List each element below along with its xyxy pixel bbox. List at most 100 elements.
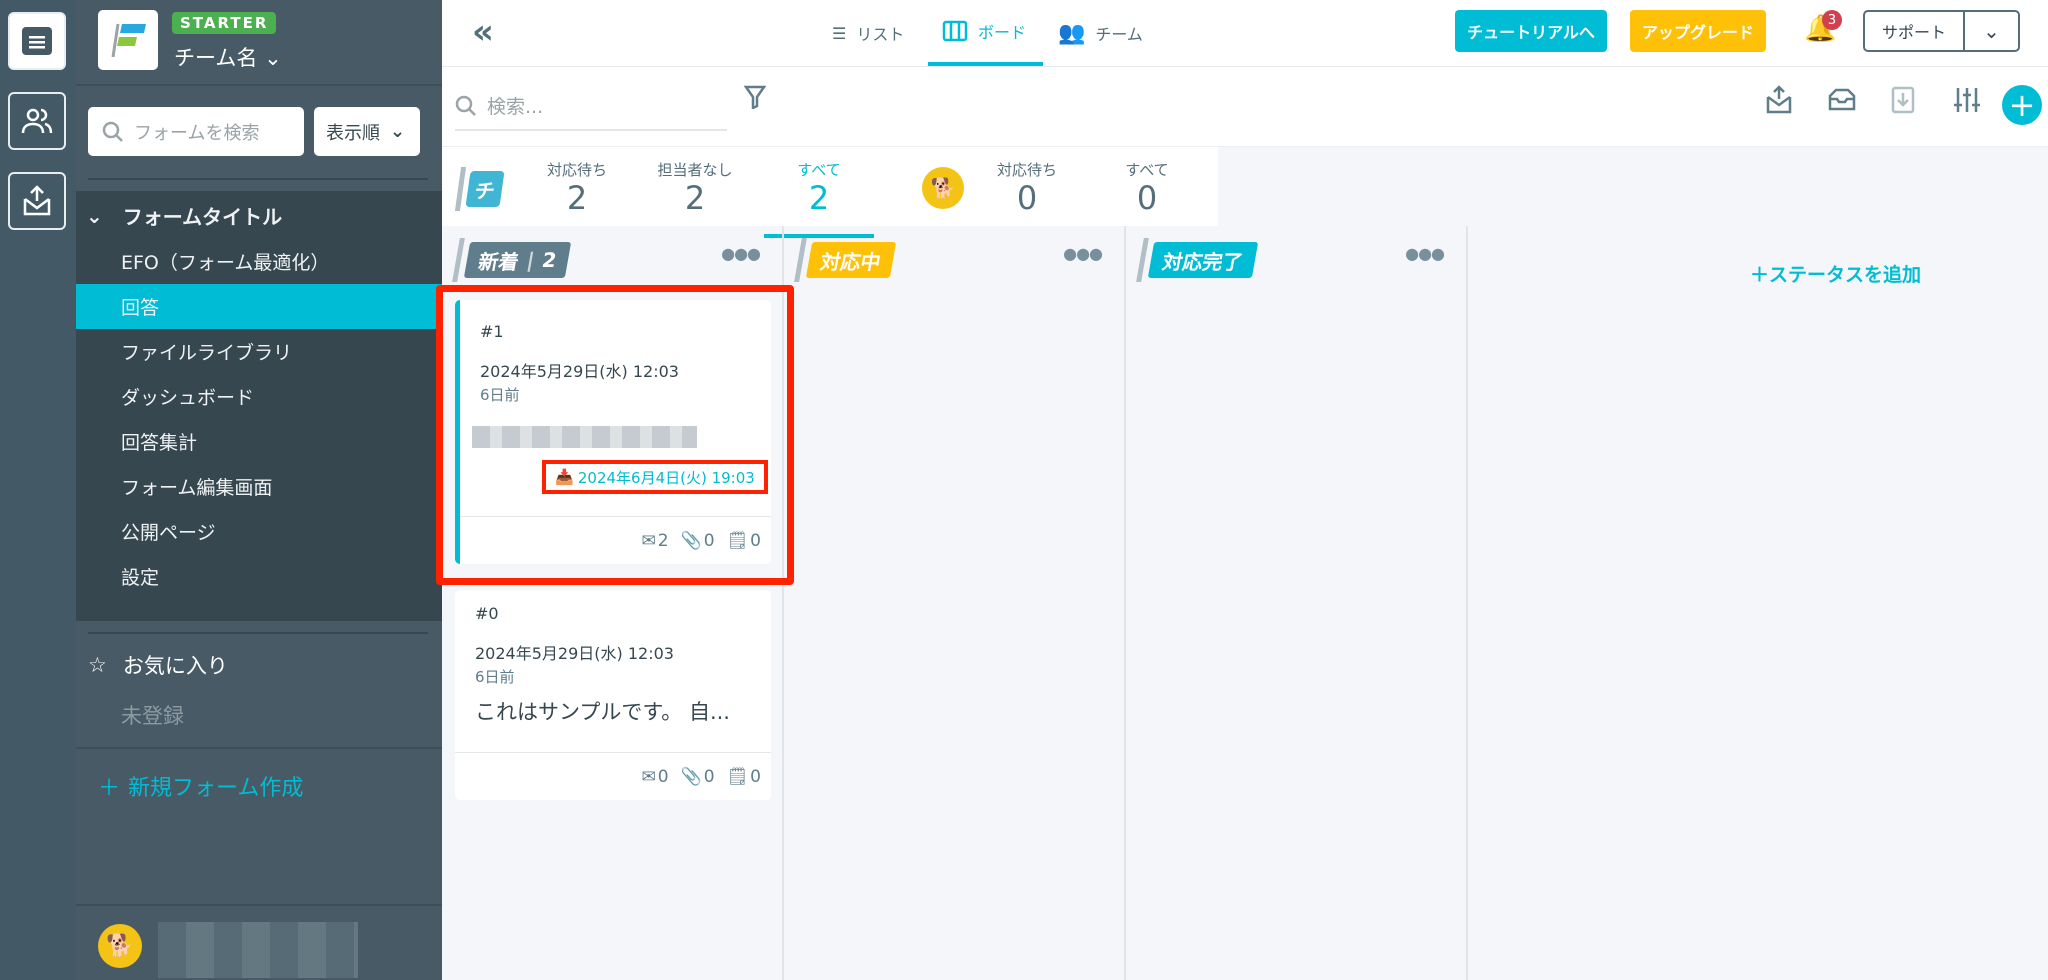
form-title-toggle[interactable]: ⌄ フォームタイトル [76, 193, 442, 238]
tab-list-label: リスト [856, 25, 905, 44]
app-logo[interactable] [98, 10, 158, 70]
form-list-icon [22, 27, 52, 55]
team-switcher[interactable]: チーム名 ⌄ [174, 42, 282, 72]
star-icon: ☆ [88, 653, 107, 677]
more-icon[interactable]: ●●● [1405, 244, 1445, 263]
user-avatar: 🐕 [922, 167, 964, 209]
sidebar-item-dashboard[interactable]: ダッシュボード [76, 374, 442, 419]
upgrade-button[interactable]: アップグレード [1630, 10, 1766, 52]
received-date: 📥 2024年6月4日(火) 19:03 [542, 460, 768, 494]
tab-team[interactable]: 👥 チーム [1058, 0, 1168, 66]
stat-label: 対応待ち [996, 161, 1057, 179]
search-icon [102, 121, 123, 142]
search-placeholder: 検索... [487, 96, 544, 118]
sidebar-item-summary[interactable]: 回答集計 [76, 419, 442, 464]
sidebar: STARTER チーム名 ⌄ フォームを検索 表示順 ⌄ ⌄ フォームタイトル EF… [76, 0, 442, 980]
sidebar-item-public-page[interactable]: 公開ページ [76, 509, 442, 554]
form-menu: ⌄ フォームタイトル EFO（フォーム最適化） 回答 ファイルライブラリ ダッシュ… [76, 191, 442, 621]
column-count: 2 [540, 248, 559, 272]
attachment-count: 📎 0 [680, 766, 715, 787]
tab-board[interactable]: ボード [928, 0, 1043, 66]
support-button[interactable]: サポート [1865, 12, 1965, 50]
sidebar-item-settings[interactable]: 設定 [76, 554, 442, 599]
stat-value: 0 [1016, 179, 1038, 217]
plan-badge: STARTER [172, 12, 277, 34]
column-new: 新着 | 2 ●●● #1 2024年5月29日(水) 12:03 6日前 📥 202… [436, 226, 794, 980]
mail-count: ✉ 0 [641, 766, 669, 787]
card-date: 2024年5月29日(水) 12:03 [480, 362, 679, 381]
memo-count: 🗒 0 [726, 530, 761, 551]
stat-value: 2 [808, 179, 830, 217]
stat-value: 0 [1136, 179, 1158, 217]
notification-badge: 3 [1822, 10, 1842, 30]
list-icon: ☰ [832, 23, 847, 43]
column-title: 対応完了 [1147, 242, 1259, 278]
stat-value: 2 [684, 179, 706, 217]
export-nav-button[interactable] [8, 172, 66, 230]
card-excerpt-blurred [472, 426, 697, 448]
support-dropdown[interactable]: サポート ⌄ [1863, 10, 2020, 52]
sidebar-item-file-library[interactable]: ファイルライブラリ [76, 329, 442, 374]
tab-team-label: チーム [1095, 25, 1143, 44]
sidebar-item-efo[interactable]: EFO（フォーム最適化） [76, 239, 442, 284]
sidebar-item-responses[interactable]: 回答 [76, 284, 442, 329]
user-avatar[interactable]: 🐕 [98, 924, 142, 968]
sort-select[interactable]: 表示順 ⌄ [314, 107, 420, 156]
more-icon[interactable]: ●●● [721, 244, 761, 263]
stat-me-all[interactable]: すべて 0 [1092, 159, 1202, 216]
filter-icon[interactable] [744, 85, 766, 109]
card-number: #1 [480, 322, 504, 341]
chevron-down-icon: ⌄ [390, 121, 406, 142]
new-form-button[interactable]: ＋ 新規フォーム作成 [98, 770, 303, 802]
user-name-blurred [158, 922, 358, 978]
column-in-progress: 対応中 ●●● [784, 226, 1126, 980]
stat-label: すべて [797, 161, 841, 179]
sort-label: 表示順 [326, 122, 380, 144]
stat-team-waiting[interactable]: 対応待ち 2 [522, 159, 632, 216]
column-done: 対応完了 ●●● [1126, 226, 1468, 980]
plus-icon: ＋ [98, 776, 121, 801]
card-ago: 6日前 [480, 386, 520, 404]
download-icon[interactable] [1890, 85, 1916, 115]
toolbar: 検索... + [442, 67, 2048, 147]
new-form-label: 新規フォーム作成 [128, 776, 304, 801]
team-name: チーム名 [174, 46, 258, 70]
users-icon [21, 108, 53, 134]
sidebar-item-form-editor[interactable]: フォーム編集画面 [76, 464, 442, 509]
form-search-input[interactable]: フォームを検索 [88, 107, 304, 156]
inbox-icon[interactable] [1827, 87, 1857, 113]
collapse-sidebar-icon[interactable]: « [472, 12, 494, 52]
top-bar: « ☰ リスト ボード 👥 チーム チュートリアルへ アップグレード 🔔 3 サポー… [442, 0, 2048, 67]
column-title: 新着 | 2 [463, 242, 572, 278]
favorites-label: お気に入り [122, 654, 228, 678]
tab-board-label: ボード [978, 23, 1027, 42]
stat-label: 対応待ち [546, 161, 607, 179]
settings-sliders-icon[interactable] [1952, 85, 1982, 115]
main-area: « ☰ リスト ボード 👥 チーム チュートリアルへ アップグレード 🔔 3 サポー… [436, 0, 2048, 980]
stat-me-waiting[interactable]: 対応待ち 0 [972, 159, 1082, 216]
stat-value: 2 [566, 179, 588, 217]
users-icon: 👥 [1058, 20, 1086, 46]
stat-team-unassigned[interactable]: 担当者なし 2 [640, 159, 750, 216]
response-search-input[interactable]: 検索... [455, 82, 727, 131]
form-title: フォームタイトル [122, 205, 283, 229]
chevron-down-icon[interactable]: ⌄ [1965, 12, 2018, 50]
tab-list[interactable]: ☰ リスト [832, 0, 922, 66]
more-icon[interactable]: ●●● [1063, 244, 1103, 263]
add-status-button[interactable]: ＋ステータスを追加 [1750, 260, 1921, 287]
download-inbox-icon: 📥 [555, 468, 574, 486]
team-avatar: チ [465, 171, 505, 207]
stat-label: すべて [1125, 161, 1169, 179]
add-response-button[interactable]: + [2002, 85, 2042, 125]
card-ago: 6日前 [475, 668, 515, 686]
card-number: #0 [475, 604, 499, 623]
tutorial-button[interactable]: チュートリアルへ [1455, 10, 1607, 52]
chevron-down-icon: ⌄ [264, 46, 282, 70]
team-nav-button[interactable] [8, 92, 66, 150]
favorites-empty: 未登録 [121, 704, 184, 728]
export-icon[interactable] [1764, 85, 1794, 115]
response-card[interactable]: #0 2024年5月29日(水) 12:03 6日前 これはサンプルです。 自.… [455, 590, 771, 800]
response-card[interactable]: #1 2024年5月29日(水) 12:03 6日前 📥 2024年6月4日(火)… [455, 300, 771, 564]
forms-nav-button[interactable] [8, 12, 66, 70]
search-placeholder: フォームを検索 [134, 122, 260, 144]
